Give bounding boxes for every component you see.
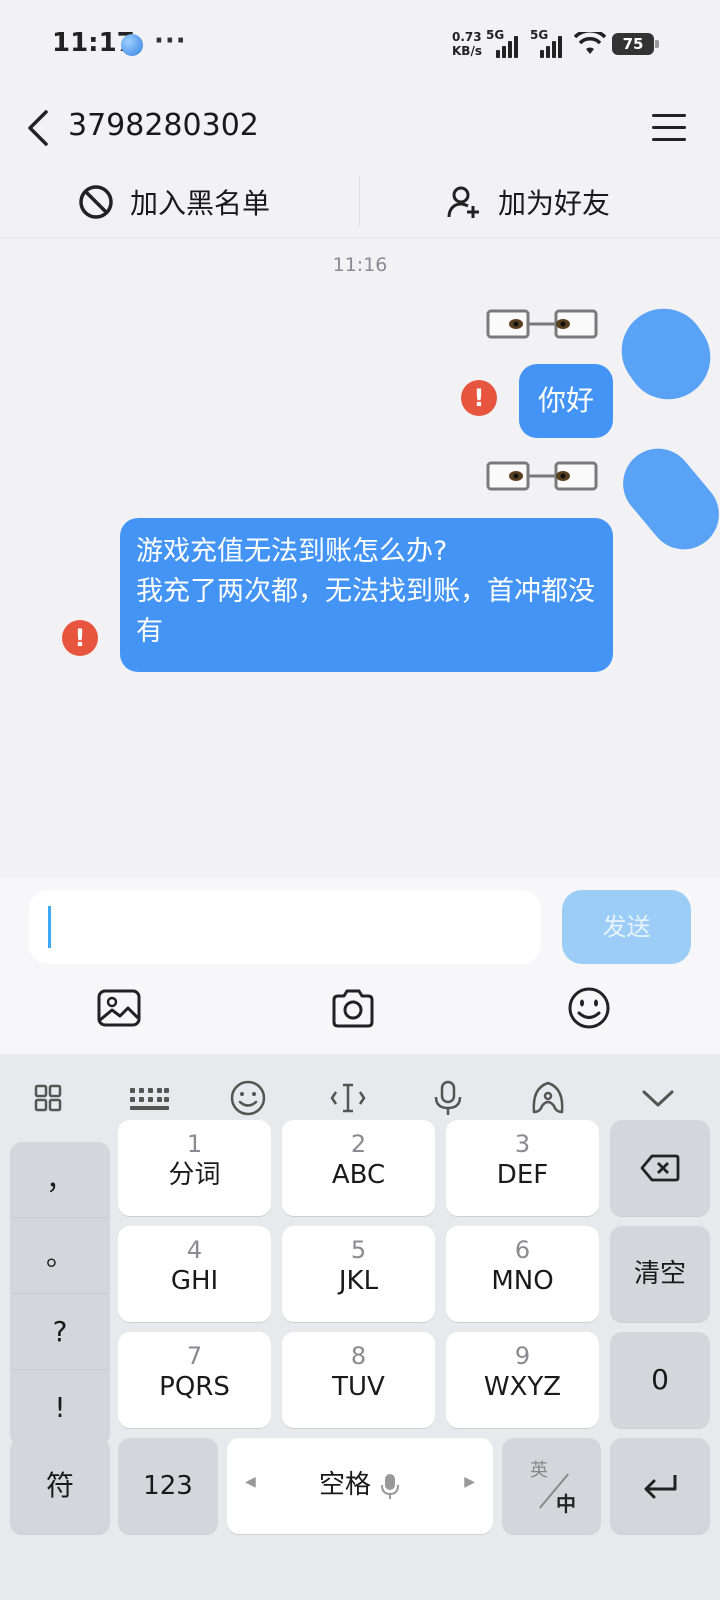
symbol-key[interactable]: 符	[10, 1438, 110, 1534]
sim2-signal-icon	[540, 36, 566, 58]
t9-key-7[interactable]: 7 PQRS	[118, 1332, 271, 1428]
message-input[interactable]	[29, 890, 541, 964]
add-to-blacklist-label: 加入黑名单	[130, 187, 271, 220]
sim1-signal-icon	[496, 36, 522, 58]
key-label: TUV	[332, 1372, 385, 1402]
enter-key[interactable]	[610, 1438, 710, 1534]
keyboard-emoji-icon[interactable]	[228, 1078, 268, 1118]
add-friend-label: 加为好友	[498, 187, 611, 220]
key-label: GHI	[170, 1266, 219, 1296]
avatar[interactable]	[605, 292, 720, 416]
t9-key-9[interactable]: 9 WXYZ	[446, 1332, 599, 1428]
menu-icon[interactable]	[652, 114, 686, 142]
clear-key[interactable]: 清空	[610, 1226, 710, 1322]
t9-key-4[interactable]: 4 GHI	[118, 1226, 271, 1322]
key-label: JKL	[338, 1266, 379, 1296]
voice-input-icon[interactable]	[428, 1078, 468, 1118]
space-mic-icon	[381, 1474, 399, 1499]
key-number: 6	[514, 1236, 531, 1264]
composer: 发送	[0, 878, 720, 1054]
text-caret	[48, 906, 51, 948]
network-speed-value: 0.73	[452, 30, 482, 44]
avatar[interactable]	[608, 434, 720, 564]
glasses-sticker-icon	[486, 309, 598, 339]
message-list[interactable]: 11:16 ! 你好 ! 游戏充值无法到账怎么办? 我充了两次都，无法找到账，首…	[0, 238, 720, 878]
emoji-icon[interactable]	[566, 986, 612, 1030]
key-label: WXYZ	[483, 1372, 562, 1402]
message-timestamp: 11:16	[332, 254, 388, 276]
punct-key-comma[interactable]: ，	[10, 1142, 110, 1218]
key-number: 3	[514, 1130, 531, 1158]
key-number: 8	[350, 1342, 367, 1370]
add-user-icon	[447, 186, 479, 218]
network-speed-unit: KB/s	[452, 44, 482, 58]
send-failed-icon[interactable]: !	[461, 380, 497, 416]
add-friend-button[interactable]: 加为好友	[446, 166, 610, 238]
t9-key-6[interactable]: 6 MNO	[446, 1226, 599, 1322]
chat-title: 3798280302	[68, 108, 259, 143]
key-number: 7	[186, 1342, 203, 1370]
glasses-sticker-icon	[486, 461, 598, 491]
wifi-icon	[574, 32, 606, 54]
zero-key[interactable]: 0	[610, 1332, 710, 1428]
punctuation-column: ， 。 ? !	[10, 1142, 110, 1446]
send-failed-icon[interactable]: !	[62, 620, 98, 656]
message-bubble[interactable]: 你好	[519, 364, 613, 438]
t9-key-5[interactable]: 5 JKL	[282, 1226, 435, 1322]
key-number: 9	[514, 1342, 531, 1370]
numeric-key[interactable]: 123	[118, 1438, 218, 1534]
send-button[interactable]: 发送	[562, 890, 691, 964]
network-speed: 0.73 KB/s	[452, 30, 482, 58]
camera-icon[interactable]	[330, 986, 376, 1030]
t9-key-8[interactable]: 8 TUV	[282, 1332, 435, 1428]
key-label: DEF	[496, 1160, 549, 1190]
key-label: MNO	[491, 1266, 554, 1296]
collapse-keyboard-icon[interactable]	[638, 1078, 678, 1118]
action-divider	[359, 176, 360, 226]
back-icon[interactable]	[24, 108, 54, 148]
keyboard-layout-icon[interactable]	[128, 1078, 170, 1118]
ime-keyboard: ， 。 ? ! 1 分词 2 ABC 3 DEF 4 GHI 5 JKL 6 MNO 清空 …	[0, 1054, 720, 1600]
left-arrow-icon: ◀	[245, 1474, 256, 1490]
stranger-action-bar: 加入黑名单 加为好友	[0, 166, 720, 238]
t9-key-3[interactable]: 3 DEF	[446, 1120, 599, 1216]
battery-icon: 75	[612, 33, 659, 55]
backspace-icon	[640, 1154, 680, 1182]
cursor-edit-icon[interactable]	[328, 1078, 368, 1118]
key-label: ABC	[331, 1160, 386, 1190]
app-notification-icon	[121, 34, 143, 56]
block-icon	[79, 185, 113, 219]
lang-english-label: 英	[530, 1460, 548, 1481]
enter-icon	[644, 1475, 677, 1499]
space-key[interactable]: ◀ 空格 ▶	[227, 1438, 493, 1534]
language-switch-key[interactable]: 英 中	[502, 1438, 601, 1534]
message-bubble[interactable]: 游戏充值无法到账怎么办? 我充了两次都，无法找到账，首冲都没有	[120, 518, 613, 672]
add-to-blacklist-button[interactable]: 加入黑名单	[78, 166, 270, 238]
punct-key-exclamation[interactable]: !	[10, 1370, 110, 1446]
key-label: 分词	[168, 1160, 221, 1190]
ai-assistant-icon[interactable]	[528, 1078, 568, 1118]
t9-key-1[interactable]: 1 分词	[118, 1120, 271, 1216]
image-icon[interactable]	[96, 986, 142, 1030]
punct-key-period[interactable]: 。	[10, 1218, 110, 1294]
backspace-key[interactable]	[610, 1120, 710, 1216]
key-label: PQRS	[159, 1372, 230, 1402]
key-number: 1	[186, 1130, 203, 1158]
space-label: 空格	[319, 1470, 372, 1500]
apps-grid-icon[interactable]	[28, 1078, 68, 1118]
right-arrow-icon: ▶	[464, 1474, 475, 1490]
chat-header: 3798280302	[0, 92, 720, 166]
punct-key-question[interactable]: ?	[10, 1294, 110, 1370]
status-bar: 11:17 ··· 0.73 KB/s 5G 5G 75	[0, 0, 720, 92]
key-number: 2	[350, 1130, 367, 1158]
t9-key-2[interactable]: 2 ABC	[282, 1120, 435, 1216]
more-notifications-icon: ···	[154, 26, 187, 56]
lang-chinese-label: 中	[556, 1492, 576, 1516]
key-number: 5	[350, 1236, 367, 1264]
key-number: 4	[186, 1236, 203, 1264]
